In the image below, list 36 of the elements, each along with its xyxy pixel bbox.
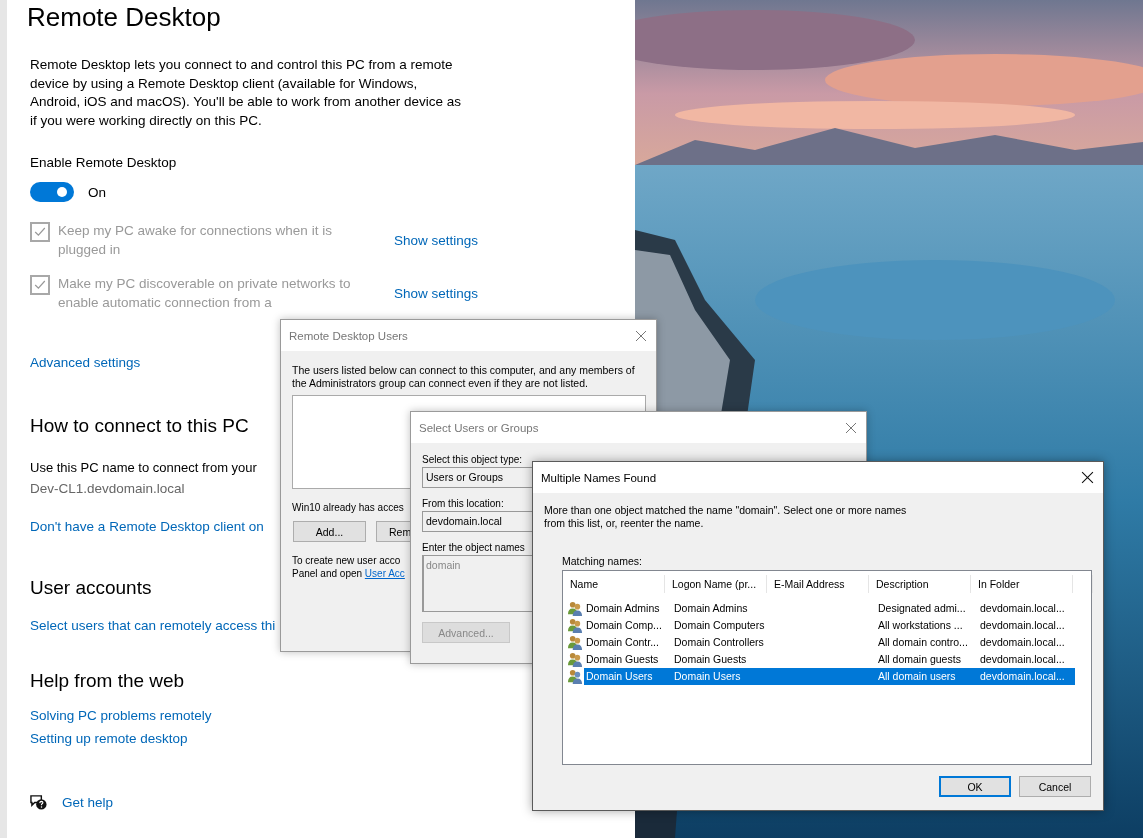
table-cell-text: All domain contro... [877, 635, 969, 650]
table-cell-text: Domain Admins [673, 601, 749, 616]
table-cell-text: devdomain.local... [979, 601, 1066, 616]
page-title: Remote Desktop [27, 2, 221, 32]
window-title: Multiple Names Found [541, 471, 657, 484]
section-heading: How to connect to this PC [30, 414, 249, 438]
table-cell-text: All domain guests [877, 652, 962, 667]
field-label: From this location: [422, 498, 504, 509]
table-cell-text: devdomain.local... [979, 618, 1066, 633]
window-title: Remote Desktop Users [289, 329, 408, 342]
list-label: Matching names: [562, 555, 642, 567]
table-cell-text: devdomain.local... [979, 635, 1066, 650]
instruction-text: Use this PC name to connect from your [30, 460, 257, 475]
window-title: Select Users or Groups [419, 421, 539, 434]
table-cell-text: All workstations ... [877, 618, 964, 633]
field-label: Select this object type: [422, 454, 523, 465]
setting-label: Enable Remote Desktop [30, 155, 177, 170]
toggle-state: On [88, 184, 106, 200]
table-cell-text: Designated admi... [877, 601, 967, 616]
footer-text: To create new user acco Panel and open User Acc [292, 554, 405, 580]
table-cell-text: devdomain.local... [979, 669, 1066, 684]
dialog-message: The users listed below can connect to this computer, and any members of the Administrators group can connect even if they are not listed. [292, 364, 636, 390]
description: Remote Desktop lets you connect to and control this PC from a remote device by using a Remote Desktop client (available for Windows, Android, iOS and macOS). You'll be able to work from another device as if you were working directly on this PC. [30, 56, 463, 130]
status-text: Win10 already has acces [292, 502, 404, 513]
section-heading: Help from the web [30, 669, 185, 693]
table-cell-text: Domain Users [673, 669, 742, 684]
pc-name: Dev-CL1.devdomain.local [30, 481, 185, 496]
checkbox-label: Keep my PC awake for connections when it is plugged in [58, 222, 333, 259]
table-cell-text: All domain users [877, 669, 957, 684]
section-heading: User accounts [30, 576, 152, 600]
table-cell-text: Domain Computers [673, 618, 766, 633]
checkbox-label: Make my PC discoverable on private networks to enable automatic connection from a [58, 275, 352, 312]
table-cell-text: Domain Controllers [673, 635, 765, 650]
table-cell-text: Domain Guests [673, 652, 748, 667]
table-cell-text: devdomain.local... [979, 652, 1066, 667]
field-label: Enter the object names [422, 542, 525, 553]
